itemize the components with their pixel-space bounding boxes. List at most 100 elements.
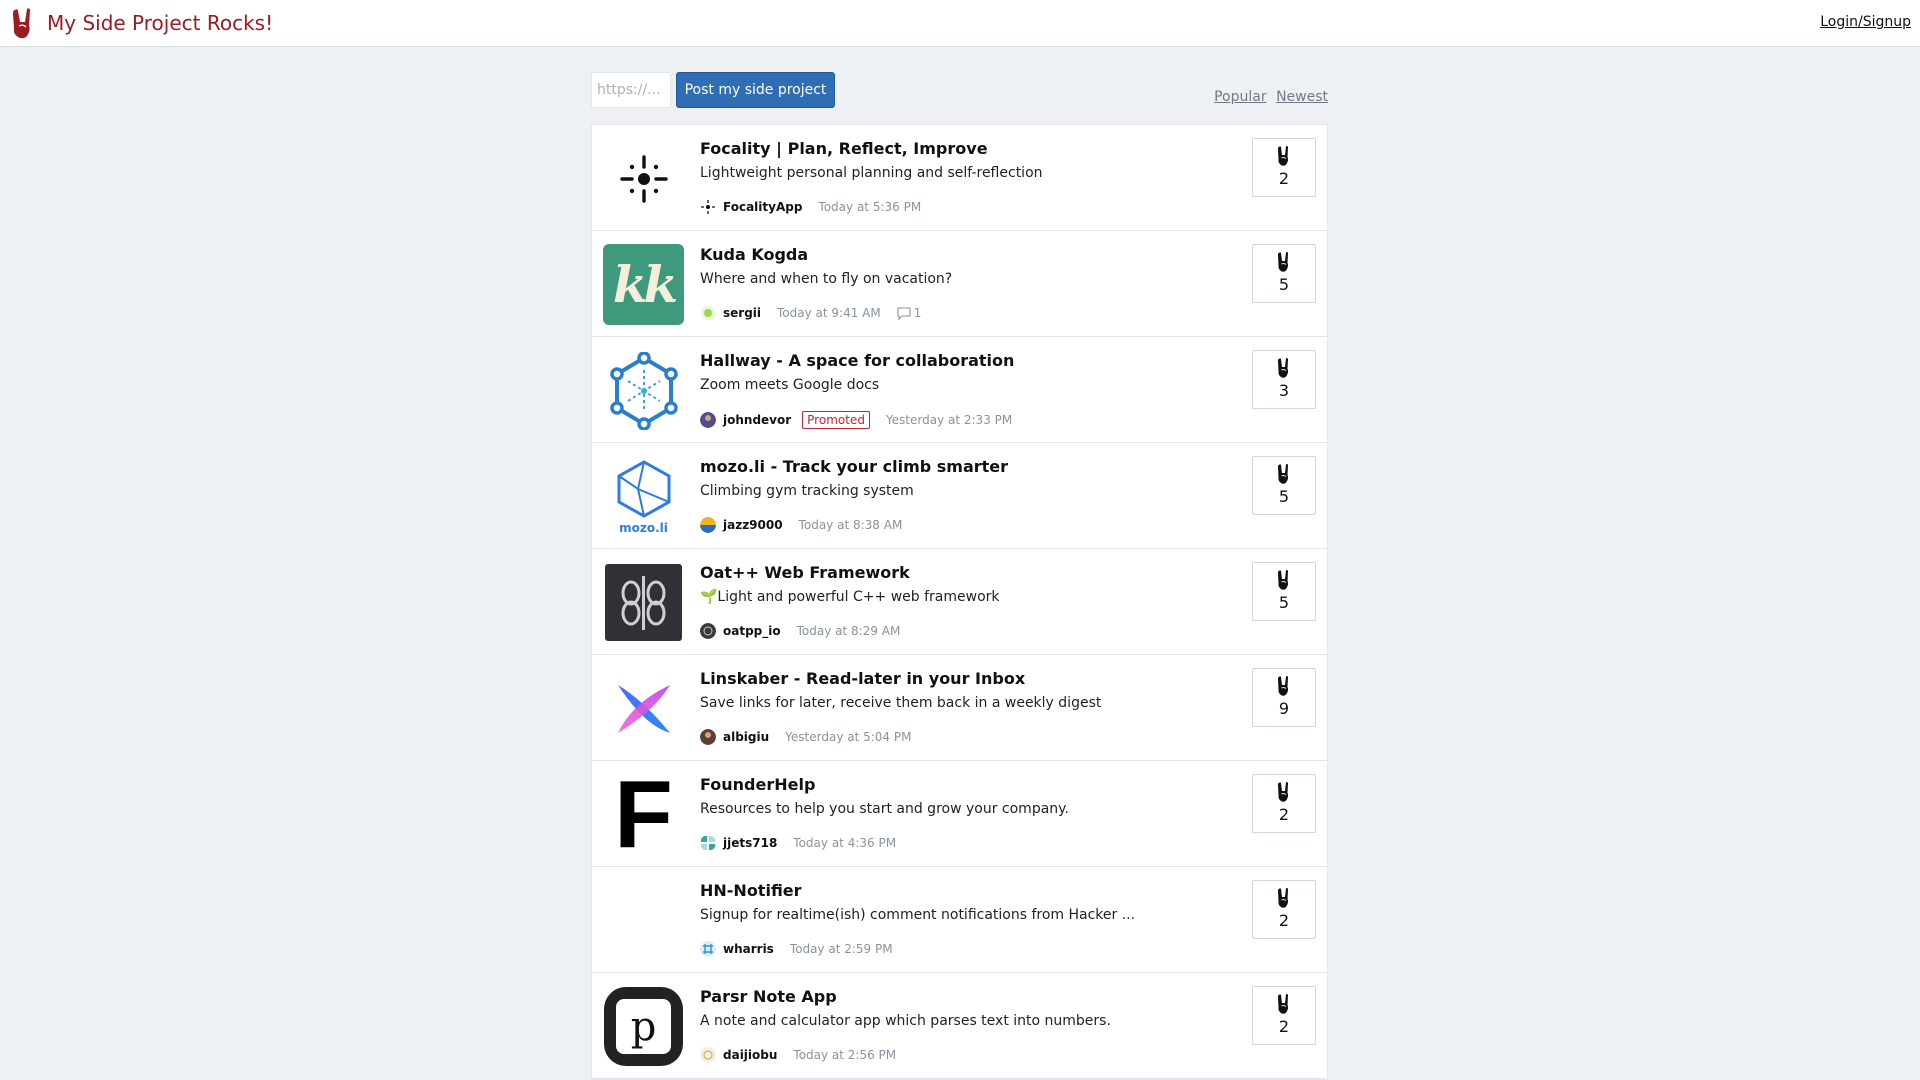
project-meta: daijiobu Today at 2:56 PM (700, 1047, 912, 1063)
project-author[interactable]: oatpp_io (723, 624, 781, 638)
oatpp-logo (603, 562, 684, 643)
hallway-logo (603, 350, 684, 431)
sort-popular-link[interactable]: Popular (1214, 89, 1267, 105)
project-time: Today at 2:59 PM (789, 942, 893, 956)
project-time: Today at 2:56 PM (793, 1048, 897, 1062)
project-title[interactable]: Parsr Note App (700, 987, 1160, 1006)
project-subtitle: A note and calculator app which parses t… (700, 1013, 1111, 1029)
vote-count: 9 (1278, 699, 1290, 718)
upvote-button[interactable]: 5 (1252, 562, 1316, 621)
project-subtitle: Zoom meets Google docs (700, 377, 880, 393)
upvote-button[interactable]: 5 (1252, 456, 1316, 515)
upvote-button[interactable]: 2 (1252, 774, 1316, 833)
project-time: Today at 9:41 AM (777, 306, 881, 320)
project-author[interactable]: sergii (723, 306, 761, 320)
project-subtitle: 🌱Light and powerful C++ web framework (700, 589, 1000, 605)
project-card[interactable]: Oat++ Web Framework 🌱Light and powerful … (592, 549, 1327, 655)
project-card[interactable]: Hallway - A space for collaboration Zoom… (592, 337, 1327, 443)
project-title[interactable]: mozo.li - Track your climb smarter (700, 457, 1160, 476)
site-title: My Side Project Rocks! (47, 11, 274, 35)
vote-count: 5 (1278, 593, 1290, 612)
avatar (700, 517, 716, 533)
kk-logo: kk (603, 244, 684, 325)
hn-notifier-logo (603, 880, 684, 961)
project-author[interactable]: FocalityApp (723, 200, 802, 214)
vote-count: 3 (1278, 381, 1290, 400)
project-card[interactable]: kk Kuda Kogda Where and when to fly on v… (592, 231, 1327, 337)
sort-newest-link[interactable]: Newest (1276, 89, 1328, 105)
project-meta: FocalityApp Today at 5:36 PM (700, 199, 937, 215)
upvote-button[interactable]: 9 (1252, 668, 1316, 727)
upvote-button[interactable]: 3 (1252, 350, 1316, 409)
project-author[interactable]: jazz9000 (723, 518, 783, 532)
project-time: Yesterday at 2:33 PM (885, 413, 1013, 427)
rock-hand-icon (1278, 993, 1289, 1014)
project-meta: jazz9000 Today at 8:38 AM (700, 517, 918, 533)
main-content: Post my side project Popular Newest Foca… (591, 47, 1328, 1080)
upvote-button[interactable]: 2 (1252, 880, 1316, 939)
project-title[interactable]: Oat++ Web Framework (700, 563, 1160, 582)
project-title[interactable]: Kuda Kogda (700, 245, 1160, 264)
comments-link[interactable]: 1 (897, 306, 921, 320)
vote-count: 2 (1278, 1017, 1290, 1036)
parsr-logo-text: p (630, 1003, 657, 1050)
upvote-button[interactable]: 2 (1252, 138, 1316, 197)
project-title[interactable]: Linskaber - Read-later in your Inbox (700, 669, 1160, 688)
avatar (701, 306, 715, 320)
upvote-button[interactable]: 2 (1252, 986, 1316, 1045)
rock-hand-icon (1278, 569, 1289, 590)
linskaber-logo (603, 668, 684, 749)
rock-hand-icon (1278, 781, 1289, 802)
project-subtitle: Save links for later, receive them back … (700, 695, 1102, 711)
rock-hand-icon (1278, 887, 1289, 908)
login-signup-link[interactable]: Login/Signup (1820, 14, 1911, 30)
vote-count: 5 (1278, 487, 1290, 506)
project-meta: johndevor Promoted Yesterday at 2:33 PM (700, 411, 1028, 429)
project-subtitle: Lightweight personal planning and self-r… (700, 165, 1043, 181)
project-card[interactable]: F FounderHelp Resources to help you star… (592, 761, 1327, 867)
mozo-logo: mozo.li (603, 456, 684, 537)
project-author[interactable]: johndevor (723, 413, 791, 427)
avatar (700, 941, 716, 957)
founderhelp-logo-text: F (614, 760, 673, 868)
project-author[interactable]: wharris (723, 942, 774, 956)
project-card[interactable]: p Parsr Note App A note and calculator a… (592, 973, 1327, 1079)
project-author[interactable]: albigiu (723, 730, 769, 744)
project-time: Today at 4:36 PM (793, 836, 897, 850)
rock-hand-icon (1278, 463, 1289, 484)
project-url-input[interactable] (591, 72, 671, 108)
project-meta: wharris Today at 2:59 PM (700, 941, 909, 957)
vote-count: 2 (1278, 805, 1290, 824)
project-subtitle: Resources to help you start and grow you… (700, 801, 1069, 817)
project-card[interactable]: Linskaber - Read-later in your Inbox Sav… (592, 655, 1327, 761)
sort-links: Popular Newest (1209, 89, 1328, 105)
rock-hand-icon (13, 8, 30, 39)
post-toolbar: Post my side project Popular Newest (591, 47, 1328, 124)
project-meta: albigiu Yesterday at 5:04 PM (700, 729, 927, 745)
vote-count: 5 (1278, 275, 1290, 294)
project-title[interactable]: Hallway - A space for collaboration (700, 351, 1160, 370)
project-time: Today at 5:36 PM (818, 200, 922, 214)
project-meta: oatpp_io Today at 8:29 AM (700, 623, 916, 639)
project-card[interactable]: HN-Notifier Signup for realtime(ish) com… (592, 867, 1327, 973)
project-author[interactable]: daijiobu (723, 1048, 777, 1062)
avatar (701, 200, 715, 214)
brand-link[interactable]: My Side Project Rocks! (9, 6, 273, 40)
vote-count: 2 (1278, 169, 1290, 188)
vote-count: 2 (1278, 911, 1290, 930)
mozo-logo-text: mozo.li (619, 520, 668, 535)
top-bar: My Side Project Rocks! Login/Signup (0, 0, 1920, 47)
comment-icon (897, 306, 911, 320)
project-title[interactable]: HN-Notifier (700, 881, 1160, 900)
project-card[interactable]: Focality | Plan, Reflect, Improve Lightw… (592, 125, 1327, 231)
avatar (700, 1047, 716, 1063)
post-project-button[interactable]: Post my side project (676, 72, 835, 108)
rock-hand-icon (1278, 251, 1289, 272)
upvote-button[interactable]: 5 (1252, 244, 1316, 303)
project-subtitle: Where and when to fly on vacation? (700, 271, 953, 287)
project-card[interactable]: mozo.li mozo.li - Track your climb smart… (592, 443, 1327, 549)
project-title[interactable]: FounderHelp (700, 775, 1160, 794)
project-title[interactable]: Focality | Plan, Reflect, Improve (700, 139, 1160, 158)
rock-hand-icon (1278, 675, 1289, 696)
project-author[interactable]: jjets718 (723, 836, 777, 850)
